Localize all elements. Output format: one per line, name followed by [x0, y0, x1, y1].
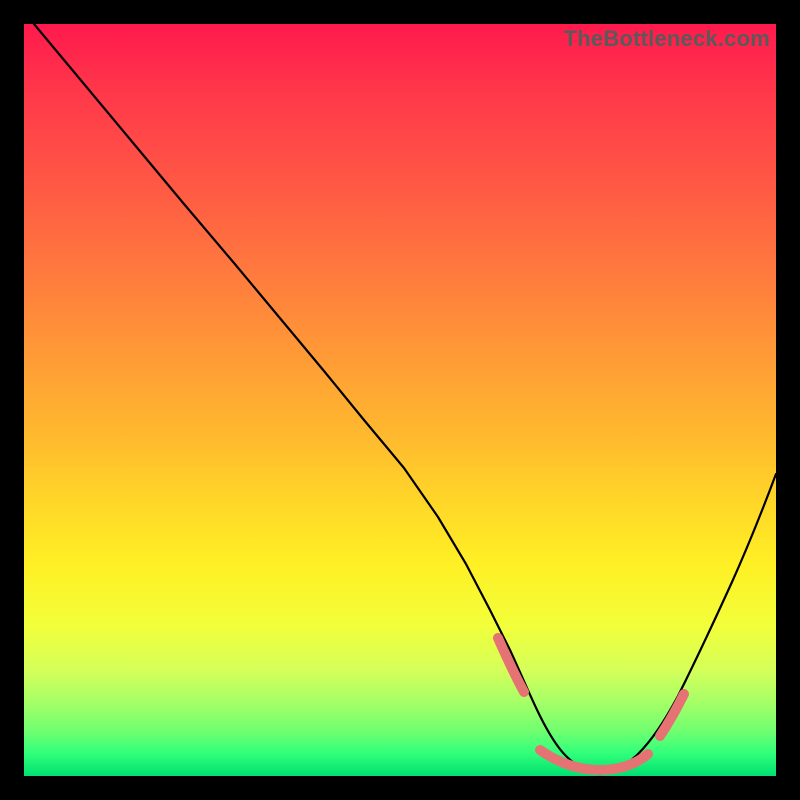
- bottleneck-curve-svg: [24, 24, 776, 776]
- valley-marker-flat: [540, 750, 648, 770]
- plot-area: TheBottleneck.com: [24, 24, 776, 776]
- valley-marker-left: [498, 638, 524, 692]
- bottleneck-curve: [34, 24, 776, 774]
- valley-marker-right: [660, 694, 684, 736]
- chart-frame: TheBottleneck.com: [0, 0, 800, 800]
